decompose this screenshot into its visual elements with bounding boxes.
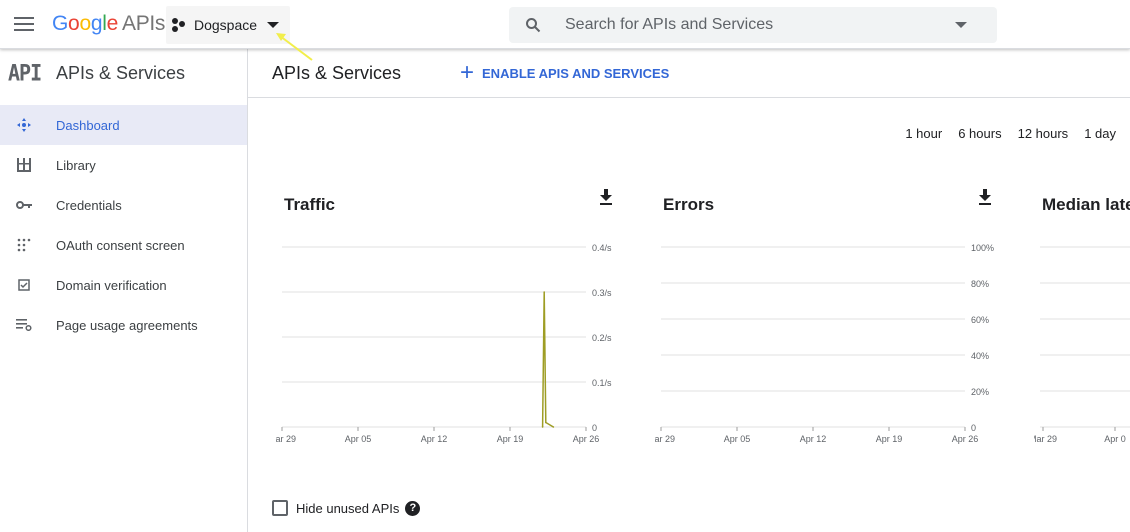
enable-apis-label: ENABLE APIS AND SERVICES — [482, 65, 670, 81]
api-logo-icon: API — [8, 59, 42, 87]
x-tick-label: Apr 05 — [724, 434, 751, 444]
data-point — [545, 421, 547, 424]
x-tick-label: Apr 0 — [1104, 434, 1126, 444]
sidebar-item-label: OAuth consent screen — [56, 237, 185, 253]
sidebar-item-credentials[interactable]: Credentials — [0, 185, 247, 225]
latency-chart: Mar 29 Apr 0 — [1034, 246, 1130, 444]
sidebar-item-domain-verification[interactable]: Domain verification — [0, 265, 247, 305]
google-apis-logo[interactable]: Google APIs — [52, 12, 165, 36]
latency-card: Median late Mar 29 Apr 0 — [1034, 189, 1130, 449]
x-tick-label: Apr 05 — [345, 434, 372, 444]
download-icon[interactable] — [977, 189, 993, 207]
sidebar-item-library[interactable]: Library — [0, 145, 247, 185]
logo-letter: G — [52, 12, 69, 35]
top-bar: Google APIs Dogspace — [0, 0, 1130, 49]
sidebar-item-label: Library — [56, 157, 96, 173]
y-tick-label: 0 — [592, 423, 597, 433]
x-tick-label: Mar 29 — [276, 434, 296, 444]
y-tick-label: 60% — [971, 315, 989, 325]
annotation-arrow-icon — [276, 33, 313, 61]
sidebar-title: APIs & Services — [56, 62, 186, 83]
sidebar-item-page-usage[interactable]: Page usage agreements — [0, 305, 247, 345]
search-input[interactable] — [565, 16, 945, 34]
traffic-chart: 0.4/s 0.3/s 0.2/s 0.1/s 0 Mar 29 Apr 05 Apr 12 A… — [276, 243, 612, 444]
data-point — [552, 426, 555, 428]
y-tick-label: 40% — [971, 351, 989, 361]
dashboard-icon — [16, 117, 32, 133]
sidebar-item-dashboard[interactable]: Dashboard — [0, 105, 247, 145]
range-1-hour[interactable]: 1 hour — [905, 126, 942, 141]
x-tick-label: Apr 12 — [421, 434, 448, 444]
menu-icon[interactable] — [14, 17, 34, 33]
sidebar-header: API APIs & Services — [0, 49, 247, 97]
hide-unused-row: Hide unused APIs ? — [272, 500, 421, 516]
sidebar-nav: Dashboard Library Credentials OAuth cons… — [0, 105, 247, 345]
enable-apis-button[interactable]: + ENABLE APIS AND SERVICES — [460, 59, 670, 86]
errors-card: Errors 100% 80% 60% 40% 20% 0 Mar 29 Apr 05 Apr … — [655, 189, 1005, 449]
chevron-down-icon — [267, 22, 280, 28]
page-title: APIs & Services — [272, 62, 402, 83]
sidebar-item-oauth-consent[interactable]: OAuth consent screen — [0, 225, 247, 265]
range-1-day[interactable]: 1 day — [1084, 126, 1116, 141]
x-tick-label: Apr 19 — [876, 434, 903, 444]
range-12-hours[interactable]: 12 hours — [1018, 126, 1069, 141]
x-tick-label: Mar 29 — [1034, 434, 1057, 444]
sidebar-item-label: Credentials — [56, 197, 122, 213]
sidebar-item-label: Dashboard — [56, 117, 120, 133]
library-icon — [16, 157, 32, 173]
y-tick-label: 80% — [971, 279, 989, 289]
chart-title: Median late — [1042, 195, 1130, 214]
sidebar-item-label: Page usage agreements — [56, 317, 198, 333]
y-tick-label: 20% — [971, 387, 989, 397]
project-name: Dogspace — [194, 17, 258, 33]
plus-icon: + — [460, 59, 475, 86]
sidebar: API APIs & Services Dashboard Library Cr… — [0, 49, 248, 532]
main-header: APIs & Services + ENABLE APIS AND SERVIC… — [248, 49, 1130, 98]
x-tick-label: Apr 26 — [952, 434, 979, 444]
x-tick-label: Mar 29 — [655, 434, 675, 444]
sidebar-item-label: Domain verification — [56, 277, 167, 293]
logo-suffix: APIs — [121, 12, 166, 35]
settings-list-icon — [16, 317, 32, 333]
x-tick-label: Apr 26 — [573, 434, 600, 444]
traffic-card: Traffic 0.4/s 0.3/s 0.2/s 0.1/s 0 Mar 29 Apr 0… — [276, 189, 626, 449]
help-icon[interactable]: ? — [405, 500, 421, 516]
oauth-icon — [16, 237, 32, 253]
series-line — [541, 291, 554, 428]
logo-letter: g — [90, 12, 103, 35]
chart-title: Traffic — [284, 195, 336, 214]
range-6-hours[interactable]: 6 hours — [958, 126, 1001, 141]
errors-chart: 100% 80% 60% 40% 20% 0 Mar 29 Apr 05 Apr 12 Apr 1… — [655, 243, 994, 444]
project-icon — [172, 17, 188, 33]
search-bar[interactable] — [509, 7, 997, 43]
key-icon — [16, 197, 32, 213]
x-tick-label: Apr 19 — [497, 434, 524, 444]
y-tick-label: 0 — [971, 423, 976, 433]
hide-unused-label: Hide unused APIs — [296, 500, 400, 516]
search-icon — [526, 18, 541, 33]
y-tick-label: 0.1/s — [592, 378, 612, 388]
x-tick-label: Apr 12 — [800, 434, 827, 444]
checkbox-icon — [16, 277, 32, 293]
chart-title: Errors — [663, 195, 715, 214]
logo-letter: o — [79, 12, 91, 35]
time-range-selector: 1 hour 6 hours 12 hours 1 day — [889, 126, 1116, 141]
logo-letter: o — [68, 12, 80, 35]
download-icon[interactable] — [598, 189, 614, 207]
y-tick-label: 0.2/s — [592, 333, 612, 343]
logo-letter: e — [106, 12, 119, 35]
search-dropdown-icon[interactable] — [955, 22, 967, 28]
y-tick-label: 100% — [971, 243, 994, 253]
data-point — [541, 426, 544, 428]
y-tick-label: 0.4/s — [592, 243, 612, 253]
data-point — [543, 291, 545, 293]
main-content: APIs & Services + ENABLE APIS AND SERVIC… — [248, 49, 1130, 532]
hide-unused-checkbox[interactable] — [272, 500, 288, 516]
y-tick-label: 0.3/s — [592, 288, 612, 298]
